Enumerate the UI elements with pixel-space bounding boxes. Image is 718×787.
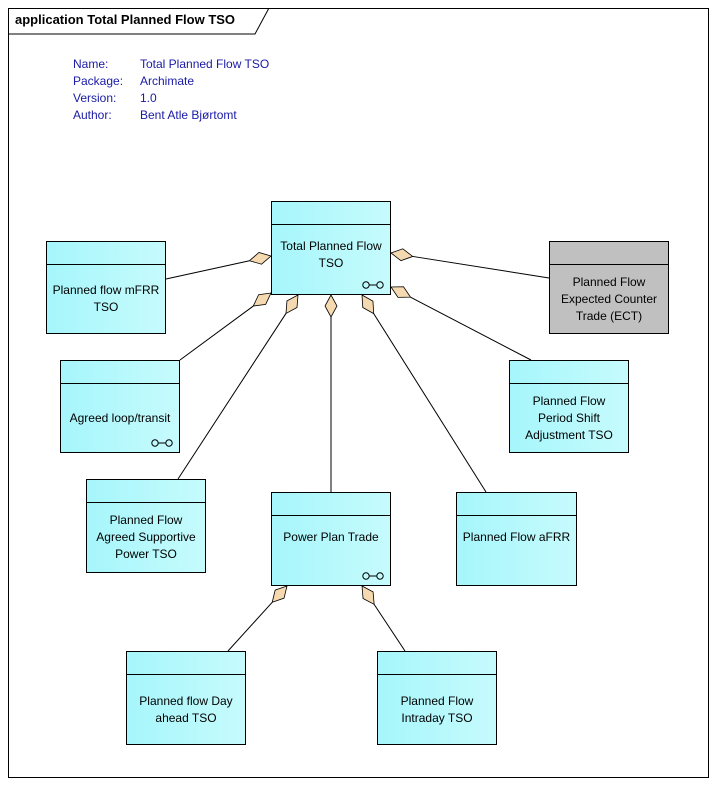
node-header — [47, 242, 165, 265]
node-label: Planned Flow aFRR — [462, 530, 571, 544]
node-header — [378, 652, 496, 675]
connector-loop[interactable] — [179, 292, 272, 361]
connector-line — [373, 313, 487, 493]
aggregation-diamond-icon — [390, 248, 414, 262]
node-body: Planned flow mFRR TSO — [47, 265, 165, 333]
node-planned-flow-ect[interactable]: Planned Flow Expected Counter Trade (ECT… — [549, 241, 669, 334]
connector-ect[interactable] — [390, 248, 550, 279]
node-label: Planned Flow Agreed Supportive Power TSO — [96, 513, 196, 561]
connector-line — [179, 305, 254, 361]
node-label: Planned Flow Expected Counter Trade (ECT… — [560, 274, 658, 323]
node-power-plan-trade[interactable]: Power Plan Trade — [271, 492, 391, 586]
connector-period[interactable] — [390, 286, 532, 361]
connector-dayahead[interactable] — [227, 585, 288, 652]
aggregation-diamond-icon — [324, 294, 338, 318]
node-header — [272, 493, 390, 516]
node-planned-flow-agreed-supportive[interactable]: Planned Flow Agreed Supportive Power TSO — [86, 479, 206, 573]
node-header — [457, 493, 576, 516]
node-planned-flow-day-ahead[interactable]: Planned flow Day ahead TSO — [126, 651, 246, 745]
connector-supportive[interactable] — [177, 294, 299, 480]
aggregation-diamond-icon — [285, 294, 299, 315]
node-label: Power Plan Trade — [283, 530, 379, 544]
aggregation-diamond-icon — [390, 286, 412, 298]
interface-icon — [362, 572, 384, 580]
connector-intraday[interactable] — [361, 585, 406, 652]
aggregation-diamond-icon — [248, 252, 272, 265]
connector-line — [412, 255, 550, 279]
connector-line — [165, 260, 250, 280]
aggregation-diamond-icon — [271, 585, 288, 603]
node-total-planned-flow-tso[interactable]: Total Planned Flow TSO — [271, 201, 391, 295]
interface-icon — [362, 281, 384, 289]
connector-line — [227, 601, 273, 652]
node-label: Planned flow mFRR TSO — [52, 283, 160, 314]
node-agreed-loop-transit[interactable]: Agreed loop/transit — [60, 360, 180, 453]
node-header — [127, 652, 245, 675]
connector-afrr[interactable] — [361, 294, 487, 493]
node-label: Planned flow Day ahead TSO — [139, 693, 233, 725]
node-body: Planned Flow Agreed Supportive Power TSO — [87, 503, 205, 572]
node-label: Planned Flow Period Shift Adjustment TSO — [525, 393, 613, 442]
connector-mfrr[interactable] — [165, 252, 272, 280]
connector-powerplan[interactable] — [324, 294, 338, 492]
node-body: Planned Flow aFRR — [457, 516, 576, 585]
aggregation-diamond-icon — [252, 292, 272, 307]
node-header — [87, 480, 205, 503]
node-body: Planned Flow Intraday TSO — [378, 675, 496, 744]
node-label: Total Planned Flow TSO — [280, 239, 382, 270]
connector-line — [177, 313, 287, 480]
node-header — [510, 361, 628, 384]
node-header — [61, 361, 179, 384]
aggregation-diamond-icon — [361, 294, 375, 315]
node-header — [272, 202, 390, 225]
node-planned-flow-period-shift[interactable]: Planned Flow Period Shift Adjustment TSO — [509, 360, 629, 453]
interface-icon — [151, 439, 173, 447]
node-planned-flow-mfrr-tso[interactable]: Planned flow mFRR TSO — [46, 241, 166, 334]
node-body: Planned Flow Expected Counter Trade (ECT… — [550, 265, 668, 333]
node-body: Planned Flow Period Shift Adjustment TSO — [510, 384, 628, 452]
node-header — [550, 242, 668, 265]
node-label: Agreed loop/transit — [69, 410, 171, 425]
node-planned-flow-afrr[interactable]: Planned Flow aFRR — [456, 492, 577, 586]
node-planned-flow-intraday[interactable]: Planned Flow Intraday TSO — [377, 651, 497, 745]
connector-line — [410, 296, 532, 361]
node-label: Planned Flow Intraday TSO — [400, 693, 474, 725]
connector-line — [373, 604, 406, 652]
node-body: Planned flow Day ahead TSO — [127, 675, 245, 744]
aggregation-diamond-icon — [361, 585, 375, 606]
